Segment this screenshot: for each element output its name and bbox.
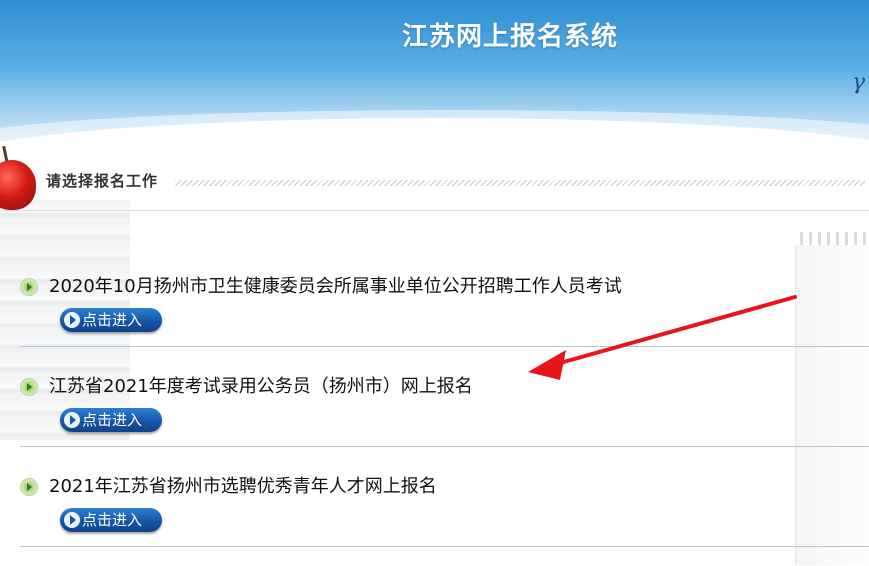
- arrow-circle-icon: [64, 312, 80, 328]
- list-item: 江苏省2021年度考试录用公务员（扬州市）网上报名 点击进入: [20, 366, 869, 466]
- play-circle-icon: [20, 478, 38, 496]
- list-item: 2020年10月扬州市卫生健康委员会所属事业单位公开招聘工作人员考试 点击进入: [20, 266, 869, 366]
- list-item: 2021年江苏省扬州市选聘优秀青年人才网上报名 点击进入: [20, 466, 869, 566]
- item-separator: [20, 446, 869, 447]
- exam-title[interactable]: 2021年江苏省扬州市选聘优秀青年人才网上报名: [49, 472, 437, 498]
- play-circle-icon: [20, 278, 38, 296]
- section-divider: [175, 180, 865, 186]
- enter-button[interactable]: 点击进入: [60, 308, 162, 332]
- header-decoration: γ: [851, 70, 865, 95]
- page-title: 江苏网上报名系统: [401, 22, 618, 52]
- arrow-circle-icon: [64, 512, 80, 528]
- enter-button-label: 点击进入: [82, 311, 143, 329]
- section-title: 请选择报名工作: [46, 172, 159, 190]
- item-separator: [20, 346, 869, 347]
- enter-button-label: 点击进入: [82, 511, 143, 529]
- enter-button[interactable]: 点击进入: [60, 508, 162, 532]
- play-circle-icon: [20, 378, 38, 396]
- section-rule: [0, 210, 869, 211]
- exam-title[interactable]: 江苏省2021年度考试录用公务员（扬州市）网上报名: [49, 372, 473, 398]
- arrow-circle-icon: [64, 412, 80, 428]
- enter-button[interactable]: 点击进入: [60, 408, 162, 432]
- header-banner: 江苏网上报名系统 γ: [0, 0, 869, 150]
- item-separator: [20, 546, 869, 547]
- exam-title[interactable]: 2020年10月扬州市卫生健康委员会所属事业单位公开招聘工作人员考试: [49, 272, 622, 298]
- enter-button-label: 点击进入: [82, 411, 143, 429]
